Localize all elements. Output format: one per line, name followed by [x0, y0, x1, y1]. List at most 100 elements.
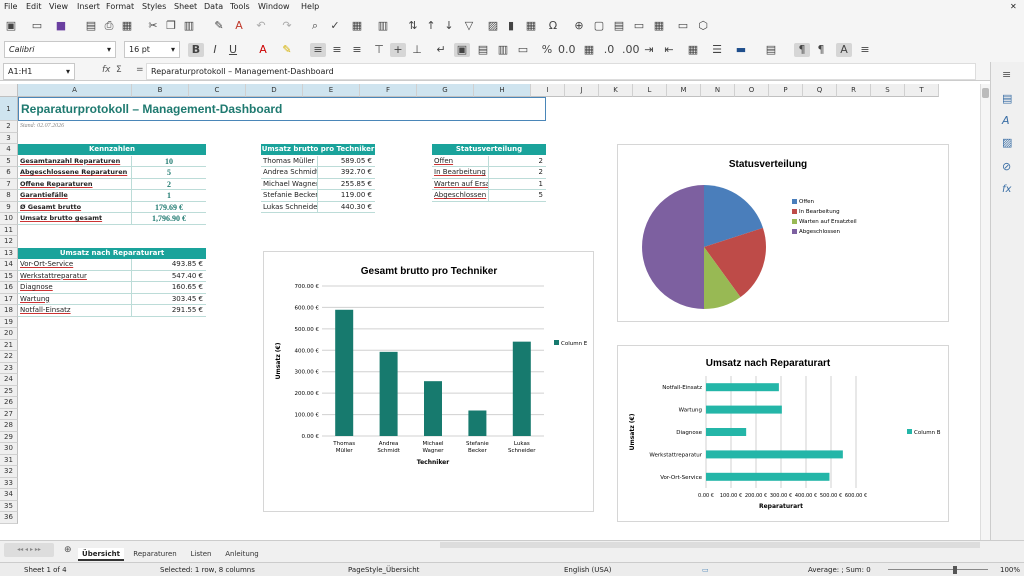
asian-layout-icon[interactable]: A — [836, 43, 852, 57]
row-header-30[interactable]: 30 — [0, 443, 18, 455]
menu-view[interactable]: View — [49, 2, 68, 11]
menu-edit[interactable]: Edit — [26, 2, 42, 11]
currency-format-icon[interactable]: ▭ — [516, 43, 530, 57]
repair-type-bar-chart[interactable]: Umsatz nach Reparaturart 0.00 € 100.00 €20… — [617, 345, 949, 522]
border-style-icon[interactable]: ☰ — [710, 43, 724, 57]
bar[interactable] — [706, 428, 747, 436]
tab-2[interactable]: Listen — [186, 548, 216, 561]
kpi-value[interactable]: 1 — [132, 190, 206, 202]
row-header-14[interactable]: 14 — [0, 259, 18, 271]
kpi-value[interactable]: 10 — [132, 156, 206, 167]
column-header-N[interactable]: N — [701, 84, 735, 97]
bold-icon[interactable]: B — [188, 43, 204, 57]
bar[interactable] — [468, 410, 487, 437]
clone-formatting-icon[interactable]: ✎ — [212, 19, 226, 33]
tech-label[interactable]: Thomas Müller — [261, 155, 318, 167]
art-label[interactable]: Vor-Ort-Service — [18, 259, 132, 271]
kpi-value[interactable]: 5 — [132, 167, 206, 179]
date-format-icon[interactable]: ▦ — [582, 43, 596, 57]
align-left-icon[interactable]: ≡ — [310, 43, 326, 57]
bar[interactable] — [706, 472, 830, 481]
selection-mode-icon[interactable]: ▭ — [702, 566, 709, 574]
cut-icon[interactable]: ✂ — [146, 19, 160, 33]
more-options-icon[interactable]: ≡ — [858, 43, 872, 57]
column-header-P[interactable]: P — [769, 84, 803, 97]
sort-icon[interactable]: ⇅ — [406, 19, 420, 33]
row-header-10[interactable]: 10 — [0, 213, 18, 225]
row-header-18[interactable]: 18 — [0, 305, 18, 317]
find-replace-icon[interactable]: ⌕ — [308, 19, 322, 33]
row-header-3[interactable]: 3 — [0, 132, 18, 144]
autofilter-icon[interactable]: ▽ — [462, 19, 476, 33]
kpi-header[interactable]: Kennzahlen — [18, 144, 206, 155]
column-header-K[interactable]: K — [599, 84, 633, 97]
column-header-B[interactable]: B — [132, 84, 189, 97]
row-header-26[interactable]: 26 — [0, 397, 18, 409]
row-header-8[interactable]: 8 — [0, 190, 18, 202]
center-vertically-icon[interactable]: + — [390, 43, 406, 57]
row-header-12[interactable]: 12 — [0, 236, 18, 248]
row-header-19[interactable]: 19 — [0, 316, 18, 328]
row-header-36[interactable]: 36 — [0, 512, 18, 524]
status-pie-chart[interactable]: Statusverteilung Offen In Bearbeitung Warte… — [617, 144, 949, 322]
kpi-label[interactable]: Gesamtanzahl Reparaturen — [18, 155, 132, 167]
art-value[interactable]: 160.65 € — [132, 282, 206, 294]
menu-tools[interactable]: Tools — [230, 2, 250, 11]
print-preview-icon[interactable]: ▦ — [120, 19, 134, 33]
close-document-icon[interactable]: ✕ — [1010, 2, 1017, 11]
row-header-32[interactable]: 32 — [0, 466, 18, 478]
column-header-Q[interactable]: Q — [803, 84, 837, 97]
status-value[interactable]: 1 — [489, 179, 546, 190]
menu-file[interactable]: File — [4, 2, 17, 11]
column-header-R[interactable]: R — [837, 84, 871, 97]
menu-format[interactable]: Format — [106, 2, 134, 11]
unmerge-icon[interactable]: ▥ — [496, 43, 510, 57]
tech-label[interactable]: Michael Wagner — [261, 178, 318, 190]
status-value[interactable]: 2 — [489, 156, 546, 167]
scroll-thumb[interactable] — [982, 88, 989, 98]
column-header-J[interactable]: J — [565, 84, 599, 97]
wrap-text-icon[interactable]: ↵ — [434, 43, 448, 57]
bar[interactable] — [379, 351, 398, 436]
undo-icon[interactable]: ↶ — [254, 19, 268, 33]
tab-3[interactable]: Anleitung — [222, 548, 262, 561]
column-header-H[interactable]: H — [474, 84, 531, 97]
row-header-2[interactable]: 2 — [0, 121, 18, 133]
name-box[interactable]: A1:H1 ▾ — [3, 63, 75, 80]
chevron-down-icon[interactable]: ▾ — [171, 42, 175, 58]
image-icon[interactable]: ▨ — [486, 19, 500, 33]
zoom-level[interactable]: 100% — [1000, 566, 1020, 574]
special-character-icon[interactable]: Ω — [546, 19, 560, 33]
increase-indent-icon[interactable]: ⇥ — [642, 43, 656, 57]
tech-value[interactable]: 589.05 € — [318, 156, 375, 167]
spreadsheet-grid[interactable]: ABCDEFGHIJKLMNOPQRST 1 2 3 4 5 6 7 8 9 10 11 12 13 14… — [0, 84, 990, 540]
kpi-value[interactable]: 1,796.90 € — [132, 213, 206, 225]
kpi-label[interactable]: Ø Gesamt brutto — [18, 201, 132, 213]
status-label[interactable]: Warten auf Ersatzteil — [432, 178, 489, 190]
export-pdf-icon[interactable]: ▤ — [84, 19, 98, 33]
row-header-27[interactable]: 27 — [0, 408, 18, 420]
select-all-corner[interactable] — [0, 84, 18, 97]
align-top-icon[interactable]: ⊤ — [372, 43, 386, 57]
vertical-scrollbar[interactable] — [980, 84, 990, 540]
tab-scroll-buttons[interactable]: ◂◂ ◂ ▸ ▸▸ — [4, 543, 54, 557]
kpi-label[interactable]: Abgeschlossene Reparaturen — [18, 167, 132, 179]
clear-formatting-icon[interactable]: A — [232, 19, 246, 33]
copy-icon[interactable]: ❐ — [164, 19, 178, 33]
column-header-M[interactable]: M — [667, 84, 701, 97]
column-header-D[interactable]: D — [246, 84, 303, 97]
menu-data[interactable]: Data — [204, 2, 223, 11]
row-header-35[interactable]: 35 — [0, 500, 18, 512]
bar[interactable] — [424, 381, 442, 436]
horizontal-scrollbar[interactable] — [440, 542, 980, 548]
save-icon[interactable]: ■ — [54, 19, 68, 33]
status-value[interactable]: 2 — [489, 167, 546, 179]
tech-label[interactable]: Andrea Schmidt — [261, 167, 318, 179]
pivot-table-icon[interactable]: ▦ — [524, 19, 538, 33]
column-header-A[interactable]: A — [18, 84, 132, 97]
art-value[interactable]: 547.40 € — [132, 271, 206, 282]
row-header-6[interactable]: 6 — [0, 167, 18, 179]
bar[interactable] — [335, 309, 354, 436]
date-stamp[interactable]: Stand: 02.07.2026 — [20, 121, 140, 132]
text-direction-rtl-icon[interactable]: ¶ — [814, 43, 828, 57]
